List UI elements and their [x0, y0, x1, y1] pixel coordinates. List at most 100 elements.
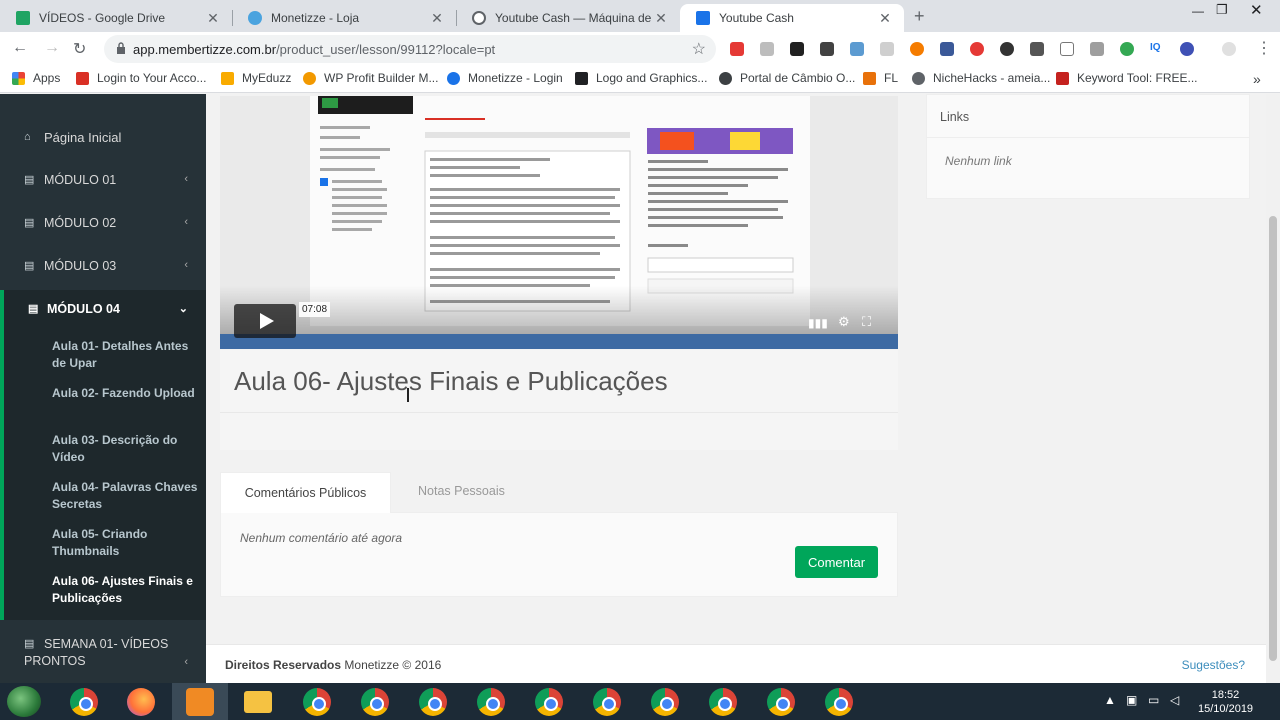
bookmark-wp-profit[interactable]: WP Profit Builder M... [303, 71, 438, 85]
chrome-taskbar-icon[interactable] [303, 688, 331, 716]
chrome-taskbar-icon[interactable] [419, 688, 447, 716]
bookmark-label: Portal de Câmbio O... [740, 71, 856, 85]
tray-app-icon[interactable]: ▣ [1126, 693, 1137, 707]
close-icon[interactable]: ✕ [654, 10, 668, 27]
sidebar-item-module-02[interactable]: ▤ MÓDULO 02 ‹ [0, 216, 206, 236]
sidebar-item-home[interactable]: ⌂ Página Inicial [0, 130, 206, 150]
power-extension-icon[interactable] [1120, 42, 1134, 56]
book-icon: ▤ [24, 260, 35, 272]
close-icon[interactable]: ✕ [878, 10, 892, 27]
close-icon[interactable]: ✕ [206, 10, 220, 27]
browser-tab-monetizze[interactable]: Monetizze - Loja ✕ [232, 4, 456, 32]
grid-extension-icon[interactable] [1090, 42, 1104, 56]
sidebar-lesson-01[interactable]: Aula 01- Detalhes Antes de Upar [52, 338, 200, 372]
tray-expand-icon[interactable]: ▲ [1104, 693, 1116, 707]
ccleaner-taskbar-icon[interactable] [186, 688, 214, 716]
bookmark-monetizze-login[interactable]: Monetizze - Login [447, 71, 563, 85]
text-cursor-icon [407, 388, 409, 402]
c-extension-icon[interactable] [910, 42, 924, 56]
bookmark-myeduzz[interactable]: MyEduzz [221, 71, 291, 85]
close-window-icon[interactable]: ✕ [1250, 1, 1263, 19]
facebook-extension-icon[interactable] [940, 42, 954, 56]
dots-extension-icon[interactable] [1000, 42, 1014, 56]
sidebar-item-module-03[interactable]: ▤ MÓDULO 03 ‹ [0, 259, 206, 279]
tab-personal-notes[interactable]: Notas Pessoais [418, 484, 505, 498]
youtube-extension-icon[interactable] [730, 42, 744, 56]
tab-public-comments[interactable]: Comentários Públicos [220, 472, 391, 513]
tab-title: Youtube Cash — Máquina de Co [495, 11, 654, 25]
firefox-taskbar-icon[interactable] [127, 688, 155, 716]
chrome-taskbar-icon[interactable] [361, 688, 389, 716]
system-clock[interactable]: 18:52 15/10/2019 [1198, 688, 1253, 716]
start-button-icon[interactable] [7, 686, 41, 717]
browser-tab-drive[interactable]: VÍDEOS - Google Drive ✕ [0, 4, 232, 32]
browser-tabstrip: VÍDEOS - Google Drive ✕ Monetizze - Loja… [0, 0, 1280, 32]
bookmark-login[interactable]: Login to Your Acco... [76, 71, 206, 85]
chrome-taskbar-icon[interactable] [767, 688, 795, 716]
lesson-title: Aula 06- Ajustes Finais e Publicações [234, 366, 668, 396]
fullscreen-icon[interactable]: ⛶ [862, 314, 871, 330]
bookmark-fl[interactable]: FL [863, 71, 898, 85]
page-scrollbar[interactable] [1266, 94, 1280, 683]
m-extension-icon[interactable] [880, 42, 894, 56]
chrome-taskbar-icon[interactable] [651, 688, 679, 716]
clock-time: 18:52 [1211, 689, 1240, 701]
eyedropper-extension-icon[interactable] [1030, 42, 1044, 56]
file-explorer-taskbar-icon[interactable] [244, 691, 272, 713]
menu-kebab-icon[interactable]: ⋮ [1256, 38, 1272, 58]
book-icon: ▤ [28, 303, 39, 315]
chrome-taskbar-icon[interactable] [825, 688, 853, 716]
address-bar[interactable]: app.membertizze.com.br/product_user/less… [104, 35, 716, 63]
clock-date: 15/10/2019 [1198, 703, 1254, 715]
arrow-extension-icon[interactable] [1180, 42, 1194, 56]
sidebar-lesson-05[interactable]: Aula 05- Criando Thumbnails [52, 526, 200, 560]
scrollbar-thumb[interactable] [1269, 216, 1277, 661]
chrome-taskbar-icon[interactable] [477, 688, 505, 716]
gmail-extension-icon[interactable] [790, 42, 804, 56]
play-button[interactable] [234, 304, 296, 338]
book-icon: ▤ [24, 174, 35, 186]
chrome-taskbar-icon[interactable] [709, 688, 737, 716]
globe-icon [719, 71, 732, 85]
sidebar-item-module-04[interactable]: ▤ MÓDULO 04 ⌄ [0, 302, 206, 322]
volume-bars-icon[interactable]: ▮▮▮ [808, 316, 828, 330]
sidebar-lesson-04[interactable]: Aula 04- Palavras Chaves Secretas [52, 479, 200, 513]
back-arrow-icon[interactable]: ← [12, 39, 28, 57]
forward-arrow-icon[interactable]: → [44, 39, 60, 57]
volume-icon[interactable]: ◁ [1170, 693, 1179, 707]
chrome-taskbar-icon[interactable] [535, 688, 563, 716]
suggestions-link[interactable]: Sugestões? [1182, 658, 1245, 672]
minimize-icon[interactable]: — [1192, 4, 1204, 18]
sidebar-lesson-03[interactable]: Aula 03- Descrição do Vídeo [52, 432, 200, 466]
more-bookmarks-icon[interactable]: » [1253, 71, 1261, 87]
sidebar-lesson-02[interactable]: Aula 02- Fazendo Upload [52, 385, 200, 402]
iq-extension-icon[interactable]: IQ [1150, 42, 1164, 56]
comment-button[interactable]: Comentar [795, 546, 878, 578]
bookmark-logo-graphics[interactable]: Logo and Graphics... [575, 71, 707, 85]
sidebar-item-module-01[interactable]: ▤ MÓDULO 01 ‹ [0, 173, 206, 193]
new-tab-icon[interactable]: + [914, 6, 925, 27]
bookmark-apps[interactable]: Apps [12, 71, 60, 85]
restore-icon[interactable]: ❐ [1216, 2, 1228, 18]
bookmark-nichehacks[interactable]: NicheHacks - ameia... [912, 71, 1050, 85]
pin-extension-icon[interactable] [970, 42, 984, 56]
chrome-taskbar-icon[interactable] [593, 688, 621, 716]
chrome-taskbar-icon[interactable] [70, 688, 98, 716]
bookmark-portal-cambio[interactable]: Portal de Câmbio O... [719, 71, 855, 85]
home-extension-icon[interactable] [1060, 42, 1074, 56]
screen-extension-icon[interactable] [850, 42, 864, 56]
browser-tab-youtube-cash-machine[interactable]: Youtube Cash — Máquina de Co ✕ [456, 4, 680, 32]
divider [927, 137, 1249, 138]
network-icon[interactable]: ▭ [1148, 693, 1159, 707]
code-extension-icon[interactable] [760, 42, 774, 56]
bookmark-star-icon[interactable]: ☆ [692, 39, 706, 59]
profile-avatar-icon[interactable] [1222, 42, 1236, 56]
close-icon[interactable]: ✕ [430, 10, 444, 27]
settings-gear-icon[interactable]: ⚙ [838, 314, 850, 330]
download-extension-icon[interactable] [820, 42, 834, 56]
reload-icon[interactable]: ↻ [73, 39, 86, 59]
browser-tab-youtube-cash[interactable]: Youtube Cash ✕ [680, 4, 904, 32]
sidebar-lesson-06[interactable]: Aula 06- Ajustes Finais e Publicações [52, 573, 200, 607]
sidebar-item-week-01[interactable]: ▤ SEMANA 01- VÍDEOS PRONTOS ‹ [0, 636, 206, 670]
bookmark-keyword-tool[interactable]: Keyword Tool: FREE... [1056, 71, 1198, 85]
